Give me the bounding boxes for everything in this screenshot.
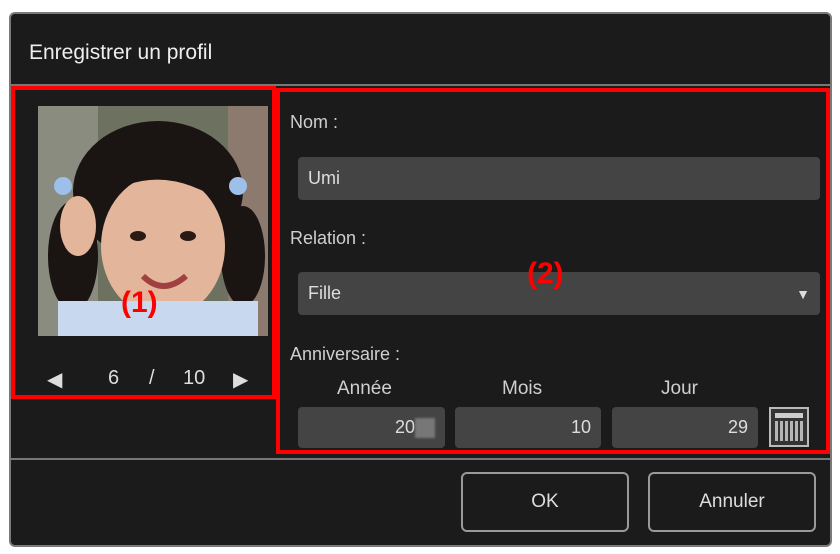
ok-button[interactable]: OK <box>461 472 629 532</box>
footer-divider <box>11 458 830 460</box>
annotation-box-1 <box>11 86 276 399</box>
annotation-box-2 <box>276 88 830 454</box>
cancel-button[interactable]: Annuler <box>648 472 816 532</box>
dialog-title: Enregistrer un profil <box>29 41 213 64</box>
